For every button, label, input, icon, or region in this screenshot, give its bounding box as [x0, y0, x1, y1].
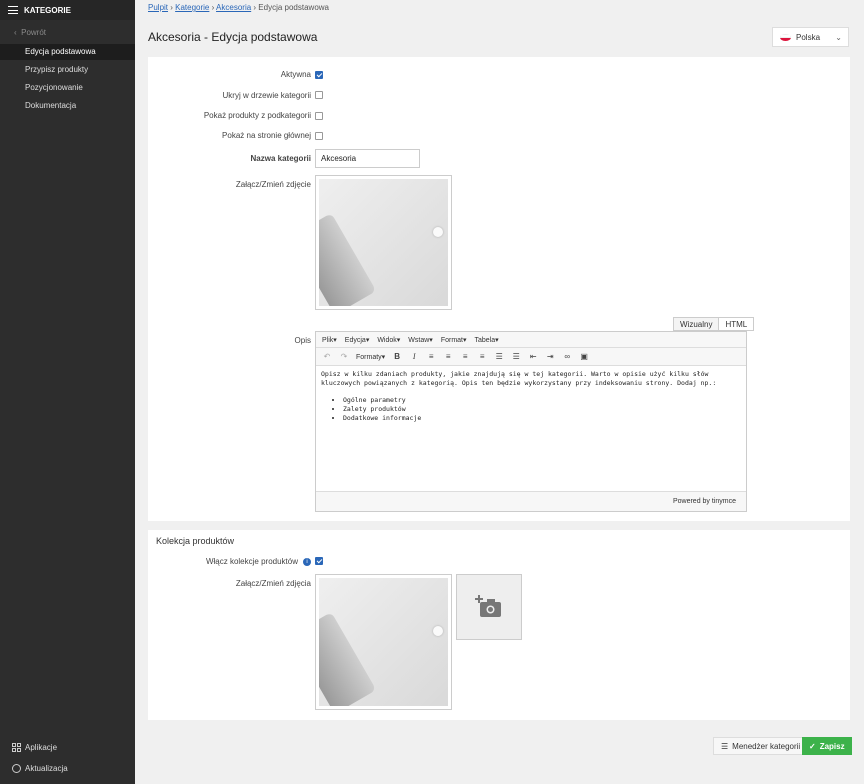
manager-label: Menedżer kategorii [732, 741, 801, 751]
updates-link[interactable]: Aktualizacja [12, 764, 68, 773]
outdent-icon[interactable]: ⇤ [528, 352, 538, 361]
flag-icon [780, 33, 791, 41]
list-icon: ☰ [721, 741, 729, 751]
description-label: Opis [294, 336, 311, 345]
chevron-down-icon: ⌄ [835, 33, 842, 42]
breadcrumb: Pulpit › Kategorie › Akcesoria › Edycja … [148, 3, 329, 12]
breadcrumb-link[interactable]: Akcesoria [216, 3, 251, 12]
show-sub-checkbox[interactable] [315, 112, 323, 120]
homepage-label: Pokaż na stronie głównej [222, 131, 311, 140]
back-link[interactable]: ‹ Powrót [14, 28, 46, 37]
rich-text-editor[interactable]: Plik▾ Edycja▾ Widok▾ Wstaw▾ Format▾ Tabe… [315, 331, 747, 512]
category-manager-button[interactable]: ☰ Menedżer kategorii [713, 737, 809, 755]
undo-icon[interactable]: ↶ [322, 352, 332, 361]
breadcrumb-link[interactable]: Kategorie [175, 3, 209, 12]
save-button[interactable]: ✓ Zapisz [802, 737, 852, 755]
list-item: Zalety produktów [343, 405, 741, 414]
list-icon [8, 5, 18, 15]
menu-file[interactable]: Plik▾ [322, 336, 337, 344]
category-name-input[interactable] [315, 149, 420, 168]
editor-menubar: Plik▾ Edycja▾ Widok▾ Wstaw▾ Format▾ Tabe… [316, 332, 746, 348]
image-label: Załącz/Zmień zdjęcie [235, 180, 311, 189]
grid-icon [12, 743, 21, 752]
breadcrumb-link[interactable]: Pulpit [148, 3, 168, 12]
bullet-list-icon[interactable]: ☰ [494, 352, 504, 361]
sidebar-item-seo[interactable]: Pozycjonowanie [0, 80, 135, 96]
sidebar-item-label: Przypisz produkty [25, 65, 89, 74]
back-label: Powrót [21, 28, 47, 37]
image-icon[interactable]: ▣ [579, 352, 589, 361]
info-icon[interactable]: i [303, 557, 311, 566]
apps-link[interactable]: Aplikacje [12, 743, 57, 752]
active-checkbox[interactable] [315, 71, 323, 79]
editor-paragraph: Opisz w kilku zdaniach produkty, jakie z… [321, 370, 717, 387]
homepage-checkbox[interactable] [315, 132, 323, 140]
language-select[interactable]: Polska ⌄ [772, 27, 849, 47]
powered-by: Powered by tinymce [672, 498, 736, 505]
hide-label: Ukryj w drzewie kategorii [222, 91, 311, 100]
collection-photo [319, 578, 448, 706]
sidebar-item-basic-edit[interactable]: Edycja podstawowa [0, 44, 135, 60]
menu-insert[interactable]: Wstaw▾ [408, 336, 433, 344]
sidebar-item-assign-products[interactable]: Przypisz produkty [0, 62, 135, 78]
refresh-icon [12, 764, 21, 773]
editor-statusbar: Powered by tinymce [316, 491, 746, 511]
align-justify-icon[interactable]: ≡ [477, 352, 487, 361]
language-label: Polska [796, 32, 821, 42]
collection-title: Kolekcja produktów [156, 536, 235, 546]
bold-icon[interactable]: B [392, 352, 402, 361]
align-right-icon[interactable]: ≡ [460, 352, 470, 361]
menu-edit[interactable]: Edycja▾ [345, 336, 370, 344]
align-center-icon[interactable]: ≡ [443, 352, 453, 361]
sidebar-title: KATEGORIE [24, 5, 71, 15]
active-label: Aktywna [280, 70, 311, 79]
redo-icon[interactable]: ↷ [339, 352, 349, 361]
check-icon: ✓ [809, 741, 816, 751]
italic-icon[interactable]: I [409, 352, 419, 361]
editor-toolbar: ↶ ↷ Formaty▾ B I ≡ ≡ ≡ ≡ ☰ ☰ ⇤ ⇥ ∞ ▣ [316, 348, 746, 366]
sidebar-item-label: Pozycjonowanie [25, 83, 83, 92]
tab-visual[interactable]: Wizualny [673, 317, 720, 331]
menu-table[interactable]: Tabela▾ [475, 336, 499, 344]
breadcrumb-current: Edycja podstawowa [258, 3, 329, 12]
sidebar-item-docs[interactable]: Dokumentacja [0, 98, 135, 114]
editor-content[interactable]: Opisz w kilku zdaniach produkty, jakie z… [316, 366, 746, 491]
sidebar: KATEGORIE ‹ Powrót Edycja podstawowa Prz… [0, 0, 135, 784]
main-content: Pulpit › Kategorie › Akcesoria › Edycja … [135, 0, 864, 784]
editor-tabs: Wizualny HTML [673, 317, 755, 331]
list-item: Ogólne parametry [343, 396, 741, 405]
enable-collection-checkbox[interactable] [315, 557, 323, 565]
menu-format[interactable]: Format▾ [441, 336, 467, 344]
menu-view[interactable]: Widok▾ [377, 336, 400, 344]
link-icon[interactable]: ∞ [562, 352, 572, 361]
save-label: Zapisz [819, 741, 845, 751]
numbered-list-icon[interactable]: ☰ [511, 352, 521, 361]
add-image-button[interactable] [456, 574, 522, 640]
category-photo [319, 179, 448, 306]
apps-label: Aplikacje [25, 743, 58, 752]
sidebar-header: KATEGORIE [0, 0, 135, 20]
enable-collection-label: Włącz kolekcje produktów i [206, 557, 311, 566]
sidebar-item-label: Dokumentacja [25, 101, 77, 110]
category-image[interactable] [315, 175, 452, 310]
editor-bullet-list: Ogólne parametry Zalety produktów Dodatk… [321, 396, 741, 423]
name-label: Nazwa kategorii [250, 154, 311, 163]
indent-icon[interactable]: ⇥ [545, 352, 555, 361]
formats-dropdown[interactable]: Formaty▾ [356, 353, 385, 361]
tab-html[interactable]: HTML [719, 317, 755, 331]
show-sub-label: Pokaż produkty z podkategorii [203, 111, 311, 120]
list-item: Dodatkowe informacje [343, 414, 741, 423]
align-left-icon[interactable]: ≡ [426, 352, 436, 361]
collection-image[interactable] [315, 574, 452, 710]
sidebar-item-label: Edycja podstawowa [25, 47, 96, 56]
collection-card: Kolekcja produktów Włącz kolekcje produk… [148, 530, 850, 720]
page-title: Akcesoria - Edycja podstawowa [148, 30, 318, 44]
add-photo-icon [475, 595, 501, 617]
updates-label: Aktualizacja [25, 764, 68, 773]
hide-checkbox[interactable] [315, 91, 323, 99]
collection-images-label: Załącz/Zmień zdjęcia [235, 579, 311, 588]
